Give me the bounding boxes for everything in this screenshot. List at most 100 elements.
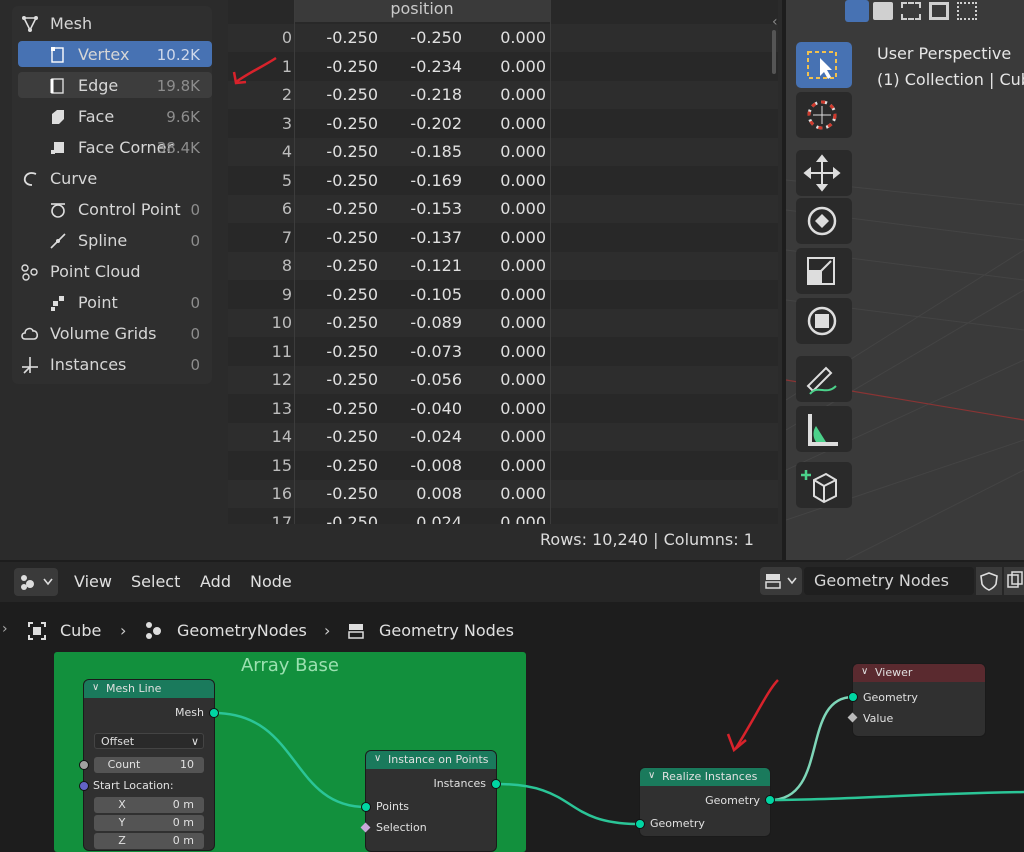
- domain-item[interactable]: Spline 0: [12, 227, 212, 255]
- socket-viewer-geometry-in[interactable]: [848, 692, 858, 702]
- domain-label: Point: [78, 293, 118, 312]
- position-value: -0.153: [410, 199, 462, 218]
- domain-item[interactable]: Face Corner 38.4K: [12, 134, 212, 162]
- menu-select[interactable]: Select: [131, 572, 180, 591]
- rotate-tool[interactable]: [796, 198, 852, 244]
- face-icon: [48, 107, 68, 127]
- position-value: 0.000: [500, 142, 546, 161]
- node-realize-instances[interactable]: Realize Instances ∨ Geometry Geometry: [640, 768, 770, 836]
- domain-count: 19.8K: [156, 77, 200, 95]
- position-value: 0.000: [500, 113, 546, 133]
- socket-start-location-in[interactable]: [79, 781, 89, 791]
- select-invert-icon[interactable]: [929, 2, 949, 20]
- move-tool[interactable]: [796, 150, 852, 196]
- socket-geometry-out[interactable]: [765, 795, 775, 805]
- socket-mesh-out[interactable]: [209, 708, 219, 718]
- mesh-icon: [20, 14, 40, 34]
- node-tree-name-field[interactable]: Geometry Nodes: [804, 567, 974, 595]
- socket-points-in[interactable]: [361, 802, 371, 812]
- node-instance-on-points[interactable]: Instance on Points ∨ Instances Points Se…: [366, 751, 496, 851]
- mode-dropdown[interactable]: Offset ∨: [94, 733, 204, 749]
- scale-tool[interactable]: [796, 248, 852, 294]
- chevron-left-icon[interactable]: ‹: [772, 14, 778, 30]
- position-value: -0.121: [410, 256, 462, 275]
- editor-type-button[interactable]: [14, 568, 58, 596]
- start-y-field[interactable]: Y 0 m: [94, 815, 204, 831]
- cursor-tool[interactable]: [796, 92, 852, 138]
- table-row: 3 -0.250 -0.202 0.000: [228, 110, 778, 138]
- socket-instances-out[interactable]: [491, 779, 501, 789]
- node-viewer[interactable]: Viewer ∨ Geometry Value: [853, 664, 985, 736]
- select-subtract-icon[interactable]: [901, 2, 921, 20]
- position-value: -0.250: [326, 85, 378, 104]
- menu-node[interactable]: Node: [250, 572, 292, 591]
- shield-icon: [980, 572, 998, 591]
- domain-item[interactable]: Edge 19.8K: [12, 72, 212, 100]
- collapse-icon[interactable]: ∨: [374, 753, 381, 764]
- collapse-icon[interactable]: ∨: [648, 770, 655, 781]
- fake-user-button[interactable]: [976, 567, 1002, 595]
- menu-add[interactable]: Add: [200, 572, 231, 591]
- position-value: -0.250: [326, 341, 378, 361]
- domain-count: 0: [190, 356, 200, 374]
- node-header[interactable]: Instance on Points: [366, 751, 496, 769]
- count-field[interactable]: Count 10: [94, 757, 204, 773]
- domain-item[interactable]: Volume Grids 0: [12, 320, 212, 348]
- start-x-field[interactable]: X 0 m: [94, 797, 204, 813]
- select-extend-icon[interactable]: [873, 2, 893, 20]
- node-header[interactable]: Viewer: [853, 664, 985, 682]
- collapse-icon[interactable]: ∨: [92, 682, 99, 693]
- socket-geometry-in[interactable]: [635, 819, 645, 829]
- z-value: 0 m: [172, 834, 194, 847]
- table-row: 11 -0.250 -0.073 0.000: [228, 338, 778, 366]
- instances-icon: [20, 355, 40, 375]
- table-row: 16 -0.250 0.008 0.000: [228, 480, 778, 508]
- menu-view[interactable]: View: [74, 572, 112, 591]
- spreadsheet-table: position 0 -0.250 -0.250 0.000 1 -0.250 -0.234…: [228, 0, 778, 524]
- domain-item[interactable]: Instances 0: [12, 351, 212, 379]
- select-intersect-icon[interactable]: [957, 2, 977, 20]
- node-header[interactable]: Mesh Line: [84, 680, 214, 698]
- domain-item[interactable]: Mesh: [12, 10, 212, 38]
- node-mesh-line[interactable]: Mesh Line ∨ Mesh Offset ∨ Count 10 Start L…: [84, 680, 214, 850]
- annotate-tool[interactable]: [796, 356, 852, 402]
- add-cube-tool[interactable]: [796, 462, 852, 508]
- output-geometry-label: Geometry: [705, 794, 760, 807]
- measure-tool[interactable]: [796, 406, 852, 452]
- position-value: 0.000: [500, 256, 546, 275]
- collapse-icon[interactable]: ∨: [861, 666, 868, 677]
- edge-icon: [48, 76, 68, 96]
- table-row: 5 -0.250 -0.169 0.000: [228, 167, 778, 195]
- position-value: -0.073: [410, 341, 462, 361]
- control-point-icon: [48, 200, 68, 220]
- table-row: 9 -0.250 -0.105 0.000: [228, 281, 778, 309]
- position-value: -0.250: [326, 170, 378, 190]
- column-header-position[interactable]: position: [294, 0, 550, 22]
- column-divider: [550, 0, 551, 524]
- position-value: 0.024: [416, 512, 462, 525]
- domain-item[interactable]: Face 9.6K: [12, 103, 212, 131]
- select-box-tool[interactable]: [796, 42, 852, 88]
- transform-tool[interactable]: [796, 298, 852, 344]
- domain-item[interactable]: Point Cloud: [12, 258, 212, 286]
- node-header[interactable]: Realize Instances: [640, 768, 770, 786]
- table-row: 7 -0.250 -0.137 0.000: [228, 224, 778, 252]
- position-value: 0.000: [500, 28, 546, 47]
- socket-count-in[interactable]: [79, 760, 89, 770]
- domain-label: Point Cloud: [50, 262, 141, 281]
- position-value: -0.250: [326, 313, 378, 332]
- domain-item[interactable]: Vertex 10.2K: [12, 41, 212, 69]
- node-tree-browse-button[interactable]: [760, 567, 802, 595]
- scrollbar[interactable]: [772, 30, 776, 74]
- rotate-icon: [807, 206, 837, 236]
- domain-item[interactable]: Curve: [12, 165, 212, 193]
- select-new-icon[interactable]: [845, 0, 869, 22]
- table-row: 12 -0.250 -0.056 0.000: [228, 366, 778, 394]
- domain-item[interactable]: Control Point 0: [12, 196, 212, 224]
- curve-icon: [20, 169, 40, 189]
- start-z-field[interactable]: Z 0 m: [94, 833, 204, 849]
- point-cloud-icon: [20, 262, 40, 282]
- domain-item[interactable]: Point 0: [12, 289, 212, 317]
- select-mode-bar: [845, 0, 980, 24]
- duplicate-button[interactable]: [1004, 567, 1024, 595]
